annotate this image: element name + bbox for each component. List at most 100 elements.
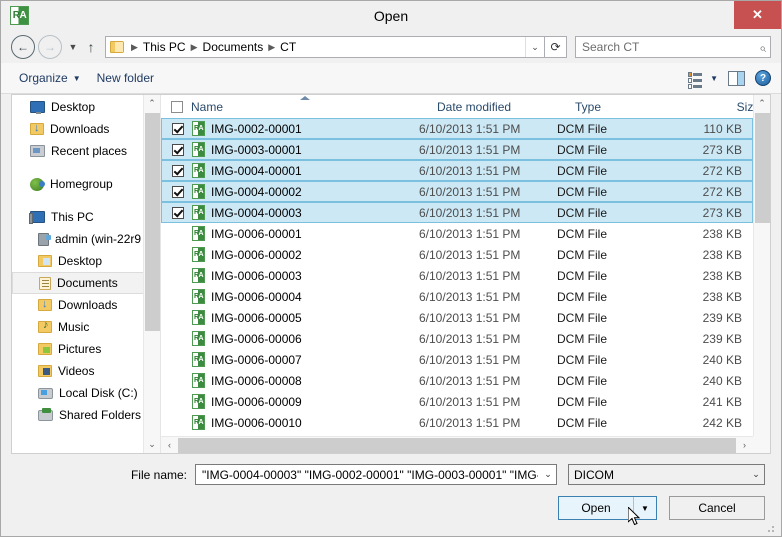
file-name-input[interactable] (200, 467, 540, 483)
select-all-checkbox[interactable] (171, 101, 183, 113)
horizontal-scroll-thumb[interactable] (178, 438, 736, 453)
cancel-button[interactable]: Cancel (669, 496, 765, 520)
sidebar-item-label: Recent places (51, 144, 127, 158)
table-row[interactable]: RAIMG-0006-000036/10/2013 1:51 PMDCM Fil… (161, 265, 753, 286)
scroll-right-icon[interactable]: › (736, 440, 753, 450)
chevron-down-icon[interactable]: ⌄ (748, 469, 764, 480)
forward-arrow-icon[interactable]: → (38, 35, 62, 59)
help-icon[interactable]: ? (755, 70, 771, 86)
table-row[interactable]: RAIMG-0002-000016/10/2013 1:51 PMDCM Fil… (161, 118, 753, 139)
preview-pane-icon[interactable] (728, 71, 745, 86)
row-checkbox[interactable] (172, 186, 184, 198)
row-checkbox[interactable] (172, 144, 184, 156)
row-checkbox-cell[interactable] (162, 123, 192, 135)
row-checkbox-cell[interactable] (162, 291, 192, 303)
file-list-scroll-thumb[interactable] (755, 113, 770, 223)
table-row[interactable]: RAIMG-0004-000016/10/2013 1:51 PMDCM Fil… (161, 160, 753, 181)
close-icon[interactable]: ✕ (734, 1, 781, 29)
organize-button[interactable]: Organize ▼ (11, 68, 89, 88)
row-checkbox-cell[interactable] (162, 312, 192, 324)
sidebar-item-downloads[interactable]: Downloads (12, 118, 160, 140)
row-checkbox-cell[interactable] (162, 249, 192, 261)
table-row[interactable]: RAIMG-0006-000026/10/2013 1:51 PMDCM Fil… (161, 244, 753, 265)
search-box[interactable]: ⌕ (575, 36, 771, 58)
breadcrumb-item-ct[interactable]: CT (279, 40, 297, 54)
scroll-left-icon[interactable]: ‹ (161, 440, 178, 450)
scroll-down-icon[interactable]: ⌄ (144, 436, 160, 453)
row-checkbox-cell[interactable] (162, 207, 192, 219)
table-row[interactable]: RAIMG-0006-000106/10/2013 1:51 PMDCM Fil… (161, 412, 753, 433)
sidebar-item-this-pc[interactable]: This PC (12, 206, 160, 228)
table-row[interactable]: RAIMG-0006-000016/10/2013 1:51 PMDCM Fil… (161, 223, 753, 244)
row-checkbox-cell[interactable] (162, 186, 192, 198)
history-dropdown-icon[interactable]: ▼ (65, 42, 81, 52)
row-checkbox-cell[interactable] (162, 375, 192, 387)
file-name-cell: RAIMG-0006-00004 (192, 289, 419, 304)
breadcrumb[interactable]: ▶ This PC ▶ Documents ▶ CT ⌄ (105, 36, 545, 58)
table-row[interactable]: RAIMG-0004-000036/10/2013 1:51 PMDCM Fil… (161, 202, 753, 223)
sidebar-item-homegroup[interactable]: Homegroup (12, 173, 160, 195)
row-checkbox-cell[interactable] (162, 354, 192, 366)
row-checkbox-cell[interactable] (162, 417, 192, 429)
sidebar-item-shared-folders[interactable]: Shared Folders (\ (12, 404, 160, 426)
open-split-button[interactable]: Open ▼ (558, 496, 657, 520)
back-arrow-icon[interactable]: ← (11, 35, 35, 59)
row-checkbox[interactable] (172, 165, 184, 177)
row-checkbox-cell[interactable] (162, 270, 192, 282)
sidebar-item-downloads[interactable]: Downloads (12, 294, 160, 316)
scroll-up-icon[interactable]: ⌃ (754, 95, 770, 112)
title-bar: RA Open ✕ (1, 1, 781, 31)
sidebar-item-recent-places[interactable]: Recent places (12, 140, 160, 162)
scroll-up-icon[interactable]: ⌃ (144, 95, 160, 112)
file-type-dropdown[interactable]: DICOM ⌄ (568, 464, 765, 485)
sidebar-item-videos[interactable]: Videos (12, 360, 160, 382)
sidebar-item-music[interactable]: Music (12, 316, 160, 338)
file-list-scrollbar[interactable]: ⌃ ⌄ (753, 95, 770, 453)
chevron-down-icon[interactable]: ⌄ (540, 469, 556, 480)
sidebar-item-admin-win-22r9[interactable]: admin (win-22r9 (12, 228, 160, 250)
chevron-down-icon[interactable]: ▼ (710, 74, 718, 83)
up-arrow-icon[interactable]: ↑ (81, 39, 101, 55)
row-checkbox-cell[interactable] (162, 333, 192, 345)
row-checkbox-cell[interactable] (162, 144, 192, 156)
monitor-icon (30, 101, 45, 113)
table-row[interactable]: RAIMG-0006-000096/10/2013 1:51 PMDCM Fil… (161, 391, 753, 412)
column-header-type[interactable]: Type (575, 100, 685, 114)
column-header-name[interactable]: Name (191, 100, 437, 114)
sidebar-scroll-thumb[interactable] (145, 113, 160, 331)
file-list-horizontal-scrollbar[interactable]: ‹ › (161, 436, 753, 453)
table-row[interactable]: RAIMG-0006-000086/10/2013 1:51 PMDCM Fil… (161, 370, 753, 391)
sidebar-scrollbar[interactable]: ⌃ ⌄ (143, 95, 160, 453)
column-header-date-modified[interactable]: Date modified (437, 100, 575, 114)
row-checkbox[interactable] (172, 207, 184, 219)
new-folder-button[interactable]: New folder (89, 68, 162, 88)
row-checkbox-cell[interactable] (162, 396, 192, 408)
row-checkbox[interactable] (172, 123, 184, 135)
table-row[interactable]: RAIMG-0004-000026/10/2013 1:51 PMDCM Fil… (161, 181, 753, 202)
sidebar-item-pictures[interactable]: Pictures (12, 338, 160, 360)
file-name-combobox[interactable]: ⌄ (195, 464, 557, 485)
search-input[interactable] (580, 39, 754, 55)
chevron-down-icon[interactable]: ⌄ (525, 37, 544, 57)
sidebar-item-documents[interactable]: Documents (12, 272, 160, 294)
file-date-cell: 6/10/2013 1:51 PM (419, 395, 557, 409)
sidebar-item-desktop[interactable]: Desktop (12, 250, 160, 272)
table-row[interactable]: RAIMG-0006-000056/10/2013 1:51 PMDCM Fil… (161, 307, 753, 328)
sidebar-item-label: Pictures (58, 342, 101, 356)
sidebar-item-desktop[interactable]: Desktop (12, 96, 160, 118)
sidebar-item-local-disk-c[interactable]: Local Disk (C:) (12, 382, 160, 404)
breadcrumb-item-this-pc[interactable]: This PC (142, 40, 187, 54)
table-row[interactable]: RAIMG-0006-000076/10/2013 1:51 PMDCM Fil… (161, 349, 753, 370)
row-checkbox-cell[interactable] (162, 228, 192, 240)
open-file-dialog: RA Open ✕ ← → ▼ ↑ ▶ This PC ▶ Documents … (0, 0, 782, 537)
refresh-icon[interactable]: ⟳ (545, 36, 567, 58)
row-checkbox-cell[interactable] (162, 165, 192, 177)
open-button[interactable]: Open (559, 497, 633, 519)
table-row[interactable]: RAIMG-0006-000046/10/2013 1:51 PMDCM Fil… (161, 286, 753, 307)
list-view-icon[interactable] (688, 72, 703, 85)
breadcrumb-item-documents[interactable]: Documents (202, 40, 265, 54)
table-row[interactable]: RAIMG-0006-000066/10/2013 1:51 PMDCM Fil… (161, 328, 753, 349)
open-dropdown-icon[interactable]: ▼ (633, 497, 656, 519)
resize-grip[interactable] (767, 523, 777, 533)
table-row[interactable]: RAIMG-0003-000016/10/2013 1:51 PMDCM Fil… (161, 139, 753, 160)
